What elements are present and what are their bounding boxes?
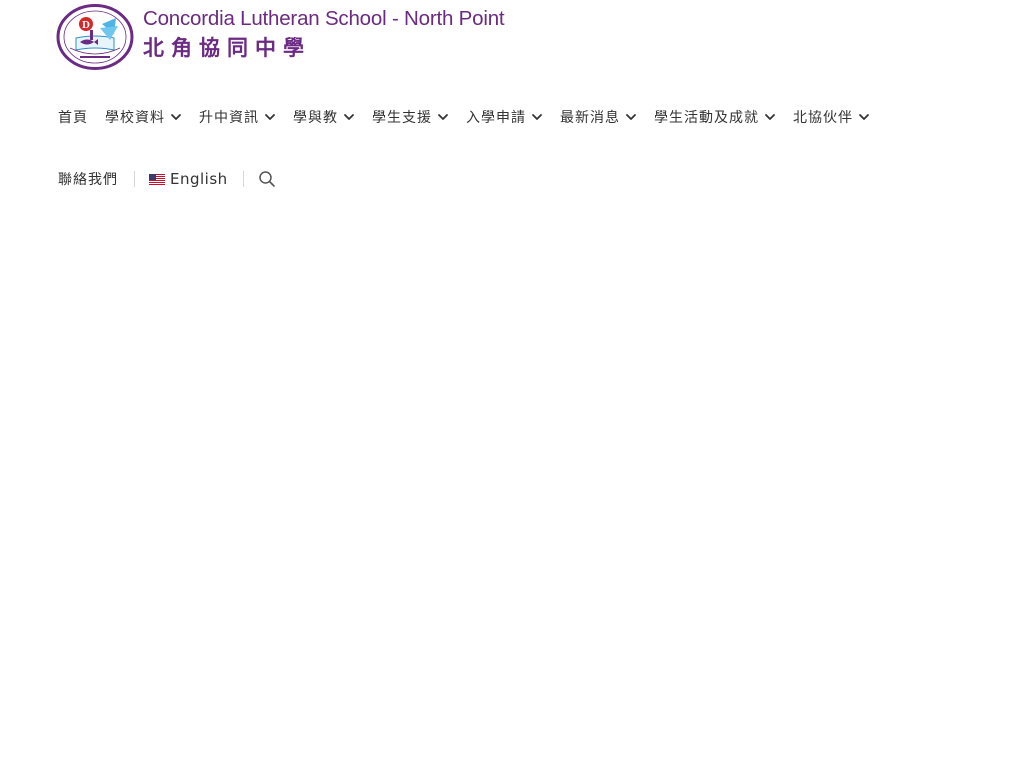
nav-item-label: 學校資料 — [105, 110, 165, 126]
main-navigation: 首頁 學校資料 升中資訊 學與教 學生支援 入學申請 最新消息 學生活動及成就 … — [58, 104, 998, 192]
nav-item-secondary-admission-info[interactable]: 升中資訊 — [199, 107, 276, 127]
chevron-down-icon — [343, 111, 355, 123]
logo-text: Concordia Lutheran School - North Point … — [143, 6, 505, 62]
nav-item-label: 學生支援 — [372, 110, 432, 126]
site-header: D Concordia Lutheran School - North Poin… — [0, 0, 1024, 220]
page-content — [0, 220, 1024, 768]
nav-item-label: 學生活動及成就 — [654, 110, 759, 126]
nav-item-learning-teaching[interactable]: 學與教 — [293, 107, 355, 127]
site-logo-link[interactable]: D Concordia Lutheran School - North Poin… — [56, 4, 505, 70]
chevron-down-icon — [625, 111, 637, 123]
nav-divider — [242, 171, 244, 187]
nav-item-label: 學與教 — [293, 110, 338, 126]
nav-item-admission[interactable]: 入學申請 — [466, 107, 543, 127]
chevron-down-icon — [264, 111, 276, 123]
nav-row-primary: 首頁 學校資料 升中資訊 學與教 學生支援 入學申請 最新消息 學生活動及成就 … — [58, 104, 998, 130]
nav-item-label: 入學申請 — [466, 110, 526, 126]
nav-item-label: 聯絡我們 — [58, 172, 118, 188]
nav-item-label: 最新消息 — [560, 110, 620, 126]
nav-item-student-support[interactable]: 學生支援 — [372, 107, 449, 127]
nav-item-school-info[interactable]: 學校資料 — [105, 107, 182, 127]
language-label: English — [170, 170, 228, 188]
language-switch-english[interactable]: English — [149, 170, 228, 188]
us-flag-icon — [149, 173, 165, 185]
nav-item-label: 升中資訊 — [199, 110, 259, 126]
chevron-down-icon — [764, 111, 776, 123]
school-name-en: Concordia Lutheran School - North Point — [143, 6, 505, 30]
school-name-zh: 北角協同中學 — [143, 35, 311, 60]
nav-divider — [134, 171, 135, 187]
nav-item-partners[interactable]: 北協伙伴 — [793, 107, 870, 127]
chevron-down-icon — [437, 111, 449, 123]
nav-item-activities-achievements[interactable]: 學生活動及成就 — [654, 107, 776, 127]
nav-item-label: 首頁 — [58, 110, 88, 126]
school-crest-icon: D — [56, 4, 134, 70]
chevron-down-icon — [170, 111, 182, 123]
svg-text:D: D — [82, 19, 90, 31]
search-button[interactable] — [258, 170, 276, 188]
nav-row-secondary: 聯絡我們 English — [58, 166, 998, 192]
nav-item-contact[interactable]: 聯絡我們 — [58, 169, 118, 189]
nav-item-label: 北協伙伴 — [793, 110, 853, 126]
search-icon — [258, 171, 275, 187]
chevron-down-icon — [531, 111, 543, 123]
nav-item-home[interactable]: 首頁 — [58, 107, 88, 127]
chevron-down-icon — [858, 111, 870, 123]
nav-item-news[interactable]: 最新消息 — [560, 107, 637, 127]
